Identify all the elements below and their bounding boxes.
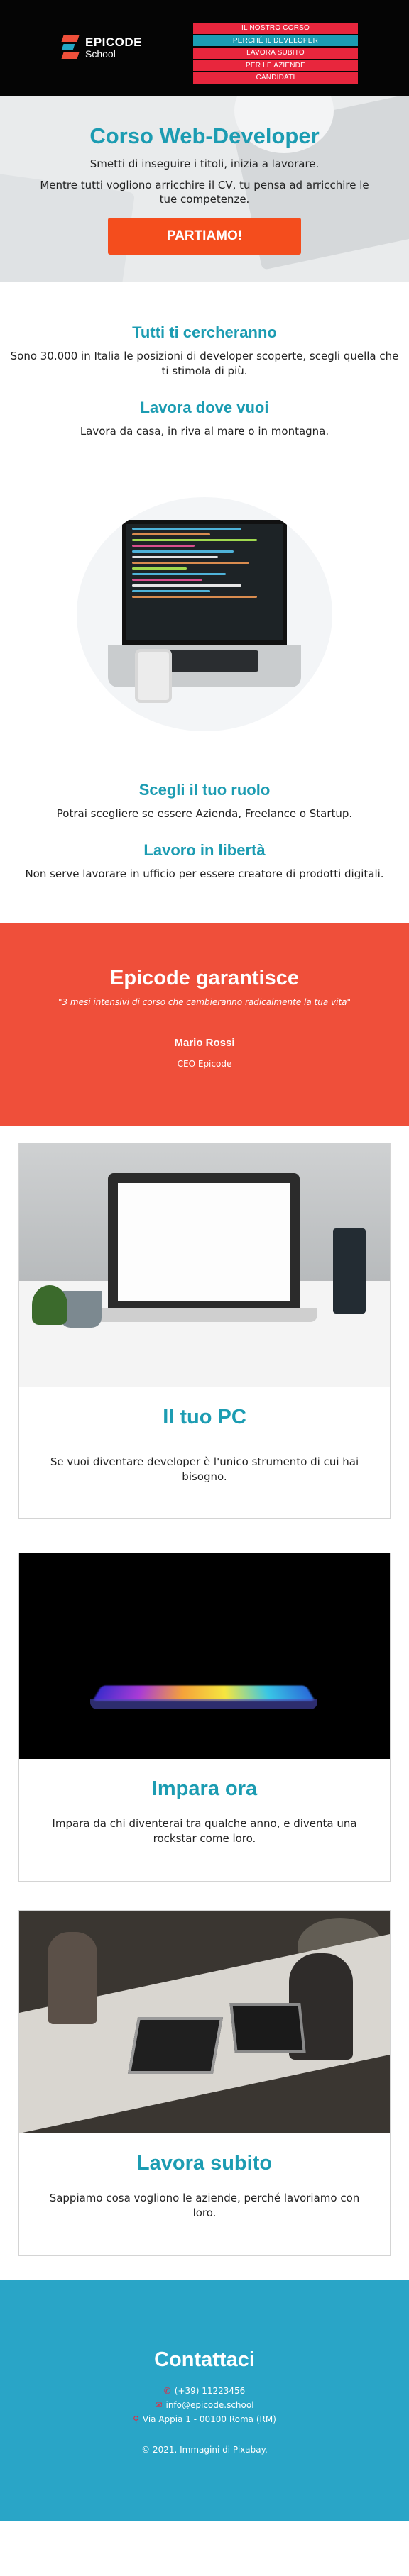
laptop-screen xyxy=(122,520,287,645)
card-impara-ora: Impara ora Impara da chi diventerai tra … xyxy=(18,1553,391,1882)
hero-line-1: Smetti di inseguire i titoli, inizia a l… xyxy=(89,157,320,170)
card-image xyxy=(19,1143,390,1387)
feature-title: Tutti ti cercheranno xyxy=(132,323,277,341)
guarantee-title: Epicode garantisce xyxy=(110,967,299,989)
hero-line-2: Mentre tutti vogliono arricchire il CV, … xyxy=(40,179,369,206)
card-title: Impara ora xyxy=(151,1777,258,1800)
feature-title: Lavoro in libertà xyxy=(143,841,266,859)
phone-number: (+39) 11223456 xyxy=(174,2386,246,2396)
nav-item-lavora-subito[interactable]: LAVORA SUBITO xyxy=(193,48,358,59)
logo-mark-icon xyxy=(61,35,80,60)
contact-email[interactable]: ✉ info@epicode.school xyxy=(0,2400,409,2410)
feature-title: Lavora dove vuoi xyxy=(140,399,269,416)
map-pin-icon: ⚲ xyxy=(133,2414,139,2424)
logo-title: EPICODE xyxy=(85,35,143,49)
email-address: info@epicode.school xyxy=(165,2400,254,2410)
feature-text: Sono 30.000 in Italia le posizioni di de… xyxy=(10,350,399,377)
address-text: Via Appia 1 - 00100 Roma (RM) xyxy=(142,2414,276,2424)
card-text: Se vuoi diventare developer è l'unico st… xyxy=(50,1455,359,1483)
contact-section: Contattaci ✆ (+39) 11223456 ✉ info@epicode… xyxy=(0,2280,409,2521)
contact-address: ⚲ Via Appia 1 - 00100 Roma (RM) xyxy=(0,2414,409,2424)
testimonial-role: CEO Epicode xyxy=(177,1059,232,1069)
nav-item-aziende[interactable]: PER LE AZIENDE xyxy=(193,60,358,71)
logo[interactable]: EPICODE School xyxy=(61,35,143,60)
nav-item-perche-developer[interactable]: PERCHÉ IL DEVELOPER xyxy=(193,35,358,46)
envelope-icon: ✉ xyxy=(155,2400,163,2410)
guarantee-quote: "3 mesi intensivi di corso che cambieran… xyxy=(58,997,351,1007)
phone-icon xyxy=(135,649,172,703)
phone-icon: ✆ xyxy=(163,2386,171,2396)
card-il-tuo-pc: Il tuo PC Se vuoi diventare developer è … xyxy=(18,1143,391,1519)
nav-item-corso[interactable]: IL NOSTRO CORSO xyxy=(193,23,358,34)
card-title: Lavora subito xyxy=(136,2152,273,2175)
feature-text: Non serve lavorare in ufficio per essere… xyxy=(25,867,384,880)
card-lavora-subito: Lavora subito Sappiamo cosa vogliono le … xyxy=(18,1910,391,2256)
card-image xyxy=(19,1911,390,2133)
card-image xyxy=(19,1553,390,1759)
laptop-image xyxy=(0,497,409,731)
logo-subtitle: School xyxy=(85,48,116,60)
copyright: © 2021. Immagini di Pixabay. xyxy=(141,2445,268,2455)
features-section: Tutti ti cercheranno Sono 30.000 in Ital… xyxy=(0,323,409,882)
contact-phone[interactable]: ✆ (+39) 11223456 xyxy=(0,2386,409,2396)
site-header: EPICODE School IL NOSTRO CORSO PERCHÉ IL… xyxy=(0,0,409,96)
feature-text: Potrai scegliere se essere Azienda, Free… xyxy=(56,807,353,820)
card-title: Il tuo PC xyxy=(163,1406,246,1428)
card-text: Impara da chi diventerai tra qualche ann… xyxy=(52,1817,357,1845)
hero-section: Corso Web-Developer Smetti di inseguire … xyxy=(0,96,409,282)
card-text: Sappiamo cosa vogliono le aziende, perch… xyxy=(49,2192,360,2219)
testimonial-name: Mario Rossi xyxy=(174,1037,235,1049)
guarantee-section: Epicode garantisce "3 mesi intensivi di … xyxy=(0,923,409,1126)
feature-text: Lavora da casa, in riva al mare o in mon… xyxy=(80,425,329,438)
hero-title: Corso Web-Developer xyxy=(89,123,320,148)
contact-title: Contattaci xyxy=(154,2348,255,2371)
nav-item-candidati[interactable]: CANDIDATI xyxy=(193,72,358,84)
feature-title: Scegli il tuo ruolo xyxy=(138,781,271,799)
cta-button[interactable]: PARTIAMO! xyxy=(108,218,301,255)
logo-text: EPICODE School xyxy=(85,35,143,60)
main-nav: IL NOSTRO CORSO PERCHÉ IL DEVELOPER LAVO… xyxy=(193,23,358,84)
